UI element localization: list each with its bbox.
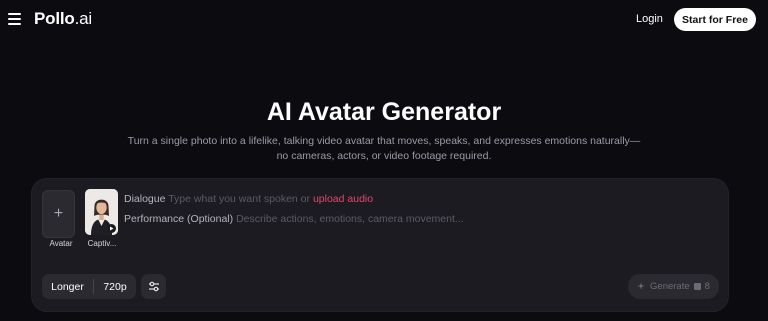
login-link[interactable]: Login <box>636 13 663 25</box>
options-pill: Longer 720p <box>42 274 136 299</box>
dialogue-label: Dialogue <box>124 193 166 205</box>
sliders-icon <box>148 281 159 292</box>
avatar-label: Avatar <box>49 239 73 248</box>
performance-placeholder[interactable]: Describe actions, emotions, camera movem… <box>236 213 464 225</box>
preset-avatar-label: Captiv... <box>87 239 117 248</box>
start-for-free-button[interactable]: Start for Free <box>674 8 756 31</box>
generate-button[interactable]: Generate 8 <box>628 274 719 299</box>
page-subtitle: Turn a single photo into a lifelike, tal… <box>120 134 648 164</box>
dialogue-field[interactable]: Dialogue Type what you want spoken or up… <box>124 193 373 205</box>
preset-avatar-thumbnail[interactable] <box>85 189 118 235</box>
generate-label: Generate <box>650 281 690 292</box>
logo-suffix: .ai <box>74 9 93 28</box>
subtitle-line-2: no cameras, actors, or video footage req… <box>276 150 492 162</box>
credit-icon <box>693 283 701 290</box>
page-title: AI Avatar Generator <box>266 98 502 126</box>
dialogue-placeholder[interactable]: Type what you want spoken or <box>168 193 310 205</box>
subtitle-line-1: Turn a single photo into a lifelike, tal… <box>127 135 641 147</box>
play-icon[interactable] <box>107 224 116 233</box>
avatar-composer-card: + Avatar Captiv... Dialogue Type what yo… <box>31 178 729 312</box>
sparkle-icon <box>637 282 645 290</box>
add-avatar-button[interactable]: + <box>42 190 75 238</box>
settings-button[interactable] <box>141 274 166 299</box>
hamburger-menu-icon[interactable] <box>8 13 21 25</box>
plus-icon: + <box>53 205 64 222</box>
duration-select[interactable]: Longer <box>42 274 93 299</box>
performance-field[interactable]: Performance (Optional) Describe actions,… <box>124 213 464 225</box>
upload-audio-link[interactable]: upload audio <box>313 193 373 205</box>
resolution-select[interactable]: 720p <box>94 274 136 299</box>
credit-cost: 8 <box>704 281 710 292</box>
logo[interactable]: Pollo.ai <box>34 9 92 29</box>
logo-main: Pollo <box>34 9 75 28</box>
performance-label: Performance (Optional) <box>124 213 234 225</box>
